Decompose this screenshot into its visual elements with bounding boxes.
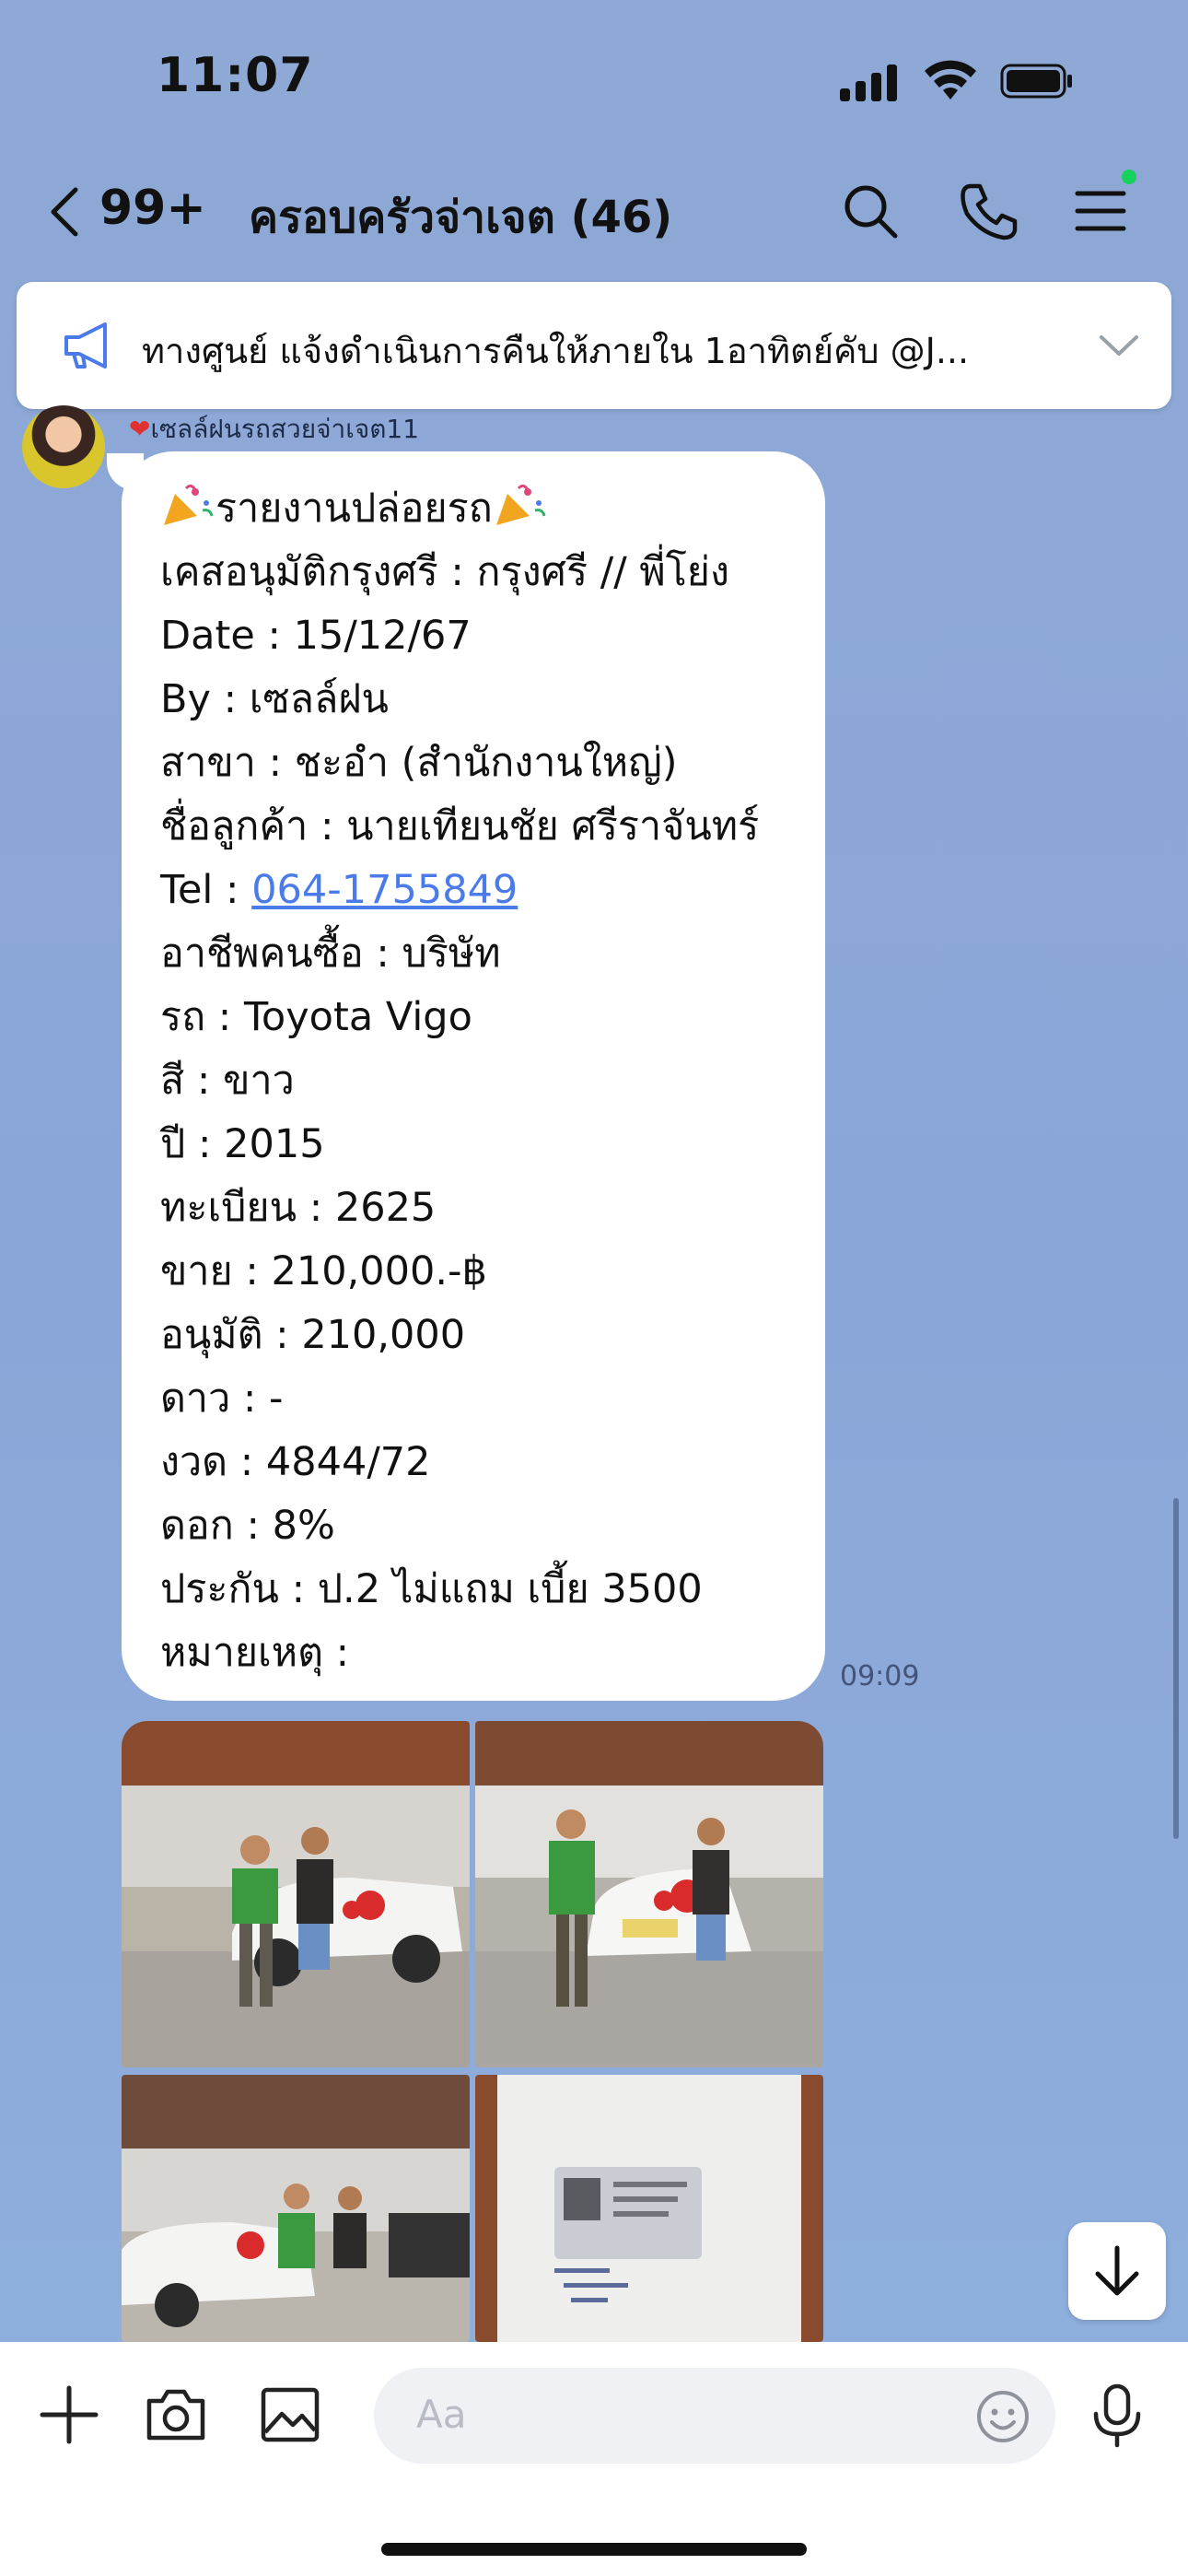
message-composer: Aa xyxy=(0,2342,1188,2576)
message-line: By : เซลล์ฝน xyxy=(160,676,389,722)
search-icon[interactable] xyxy=(840,181,901,241)
cellular-signal-icon xyxy=(840,64,899,101)
message-line: ขาย : 210,000.-฿ xyxy=(160,1248,487,1294)
announcement-banner[interactable]: ทางศูนย์ แจ้งดำเนินการคืนให้ภายใน 1อาทิต… xyxy=(17,282,1171,409)
chat-title[interactable]: ครอบครัวจ่าเจต (46) xyxy=(249,182,672,252)
message-line: ปี : 2015 xyxy=(160,1121,325,1167)
message-line: หมายเหตุ : xyxy=(160,1630,350,1676)
message-line: สาขา : ชะอำ (สำนักงานใหญ่) xyxy=(160,740,678,786)
message-input-placeholder: Aa xyxy=(416,2392,467,2437)
unread-count[interactable]: 99+ xyxy=(99,181,206,236)
message-line: ทะเบียน : 2625 xyxy=(160,1185,437,1231)
message-title-line: รายงานปล่อยรถ xyxy=(160,477,759,541)
message-timestamp: 09:09 xyxy=(840,1660,920,1692)
message-line: งวด : 4844/72 xyxy=(160,1439,431,1485)
photo-thumbnail[interactable] xyxy=(122,1721,470,2067)
photo-thumbnail[interactable] xyxy=(122,2075,470,2342)
message-line: Date : 15/12/67 xyxy=(160,613,472,659)
message-line: อาชีพคนซื้อ : บริษัท xyxy=(160,931,501,977)
wifi-icon xyxy=(925,60,976,100)
status-time: 11:07 xyxy=(157,48,314,103)
message-input[interactable]: Aa xyxy=(374,2368,1055,2464)
tel-label: Tel : xyxy=(160,867,252,913)
message-line: รถ : Toyota Vigo xyxy=(160,994,472,1040)
sender-avatar[interactable] xyxy=(22,405,105,488)
emoji-icon[interactable] xyxy=(974,2388,1031,2445)
phone-call-icon[interactable] xyxy=(958,181,1019,241)
photo-thumbnail[interactable] xyxy=(475,1721,823,2067)
heart-icon: ❤ xyxy=(129,414,151,444)
message-line: เคสอนุมัติกรุงศรี : กรุงศรี // พี่โย่ง xyxy=(160,549,729,595)
sender-name: ❤เซลล์ฝนรถสวยจ่าเจต11 xyxy=(129,414,420,444)
battery-icon xyxy=(1000,64,1072,99)
message-bubble[interactable]: รายงานปล่อยรถ เคสอนุมัติกรุงศรี : กรุงศร… xyxy=(122,451,825,1701)
status-bar: 11:07 xyxy=(0,0,1188,157)
plus-icon[interactable] xyxy=(35,2381,103,2449)
photo-thumbnail[interactable] xyxy=(475,2075,823,2342)
back-chevron-icon[interactable] xyxy=(46,186,83,238)
arrow-down-icon xyxy=(1095,2245,1139,2296)
party-popper-icon xyxy=(164,484,214,525)
message-body: รายงานปล่อยรถ เคสอนุมัติกรุงศรี : กรุงศร… xyxy=(160,477,759,1685)
online-status-dot xyxy=(1122,170,1136,184)
message-line: ดอก : 8% xyxy=(160,1503,335,1549)
tel-line: Tel : 064-1755849 xyxy=(160,859,759,922)
scrollbar[interactable] xyxy=(1173,1498,1179,1839)
message-line: สี : ขาว xyxy=(160,1058,295,1104)
home-indicator[interactable] xyxy=(381,2543,807,2556)
message-line: ดาว : - xyxy=(160,1376,284,1422)
megaphone-icon xyxy=(64,322,107,369)
message-line: ชื่อลูกค้า : นายเทียนชัย ศรีราจันทร์ xyxy=(160,803,760,849)
announcement-text: ทางศูนย์ แจ้งดำเนินการคืนให้ภายใน 1อาทิต… xyxy=(142,331,970,371)
chevron-down-icon[interactable] xyxy=(1098,332,1140,359)
message-line: อนุมัติ : 210,000 xyxy=(160,1312,466,1358)
chat-header: 99+ ครอบครัวจ่าเจต (46) xyxy=(0,175,1188,249)
microphone-icon[interactable] xyxy=(1083,2381,1151,2449)
menu-icon[interactable] xyxy=(1070,181,1131,241)
scroll-to-bottom-button[interactable] xyxy=(1068,2222,1166,2320)
party-popper-icon xyxy=(495,484,546,525)
message-line: ประกัน : ป.2 ไม่แถม เบี้ย 3500 xyxy=(160,1566,703,1612)
phone-number-link[interactable]: 064-1755849 xyxy=(251,867,518,913)
image-gallery-icon[interactable] xyxy=(256,2381,324,2449)
camera-icon[interactable] xyxy=(142,2381,210,2449)
